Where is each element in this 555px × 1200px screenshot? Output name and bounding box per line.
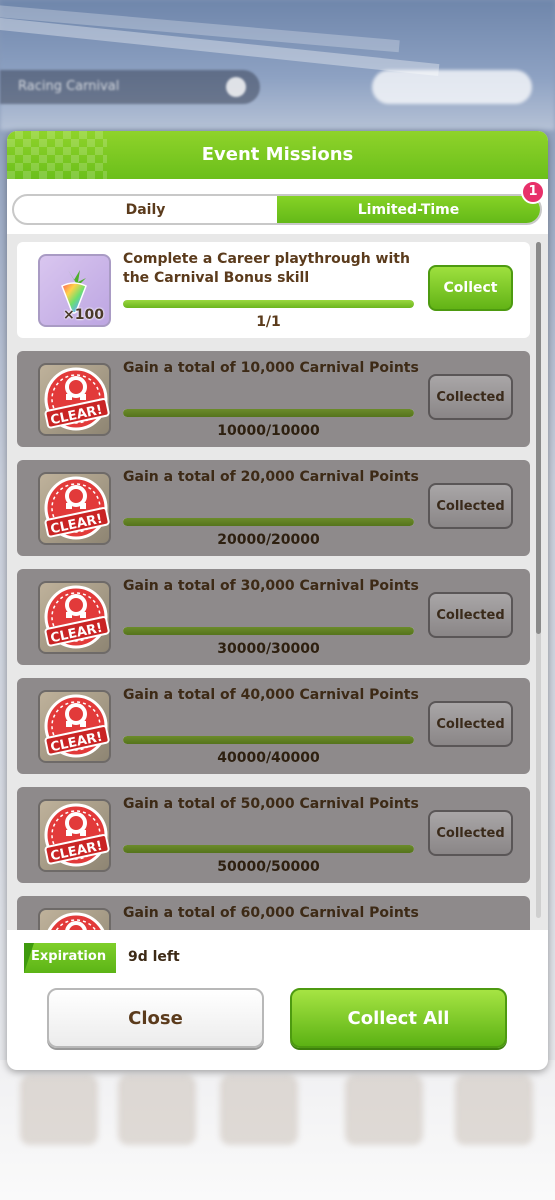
clear-seal-icon: CLEAR! — [44, 803, 110, 867]
mission-progress-bar — [123, 627, 414, 635]
background-nav-icon — [20, 1075, 98, 1145]
mission-title: Complete a Career playthrough with the C… — [123, 251, 410, 286]
collected-button: Collected — [428, 810, 513, 856]
reward-item: CLEAR! — [38, 690, 111, 763]
reward-quantity: ×100 — [63, 307, 104, 323]
tab-limited-time[interactable]: Limited-Time — [277, 196, 540, 223]
expiration-value: 9d left — [128, 949, 180, 965]
reward-item: CLEAR! — [38, 908, 111, 930]
mission-title: Gain a total of 30,000 Carnival Points — [123, 578, 419, 594]
mission-progress-text: 20000/20000 — [217, 532, 320, 548]
mission-title: Gain a total of 20,000 Carnival Points — [123, 469, 419, 485]
notification-badge: 1 — [521, 180, 545, 204]
event-missions-dialog: Event Missions Daily Limited-Time 1 ×100… — [7, 131, 548, 1070]
mission-tabs: Daily Limited-Time — [12, 194, 542, 225]
tab-daily[interactable]: Daily — [14, 196, 277, 223]
collected-button: Collected — [428, 701, 513, 747]
clear-seal-icon: CLEAR! — [44, 694, 110, 758]
mission-title: Gain a total of 60,000 Carnival Points — [123, 905, 419, 921]
mission-progress-text: 50000/50000 — [217, 859, 320, 875]
mission-progress-text: 40000/40000 — [217, 750, 320, 766]
background-currency-pill — [372, 70, 532, 104]
mission-title: Gain a total of 40,000 Carnival Points — [123, 687, 419, 703]
mission-progress-text: 30000/30000 — [217, 641, 320, 657]
clear-seal-icon: CLEAR! — [44, 585, 110, 649]
mission-progress-text: 1/1 — [256, 314, 281, 330]
scrollbar[interactable] — [536, 242, 541, 918]
clear-seal-icon: CLEAR! — [44, 367, 110, 431]
clear-seal-icon: CLEAR! — [47, 912, 105, 930]
collect-button[interactable]: Collect — [428, 265, 513, 311]
mission-row: CLEAR! Gain a total of 40,000 Carnival Po… — [17, 678, 530, 774]
mission-progress-bar — [123, 409, 414, 417]
reward-item: CLEAR! — [38, 581, 111, 654]
mission-progress-bar — [123, 736, 414, 744]
background-nav-icon — [118, 1075, 196, 1145]
dialog-title: Event Missions — [201, 144, 354, 165]
collected-button: Collected — [428, 374, 513, 420]
mission-row: CLEAR! Gain a total of 20,000 Carnival Po… — [17, 460, 530, 556]
progress-bar-fill — [123, 409, 414, 417]
progress-bar-fill — [123, 300, 414, 308]
clear-seal-icon: CLEAR! — [44, 476, 110, 540]
mission-row: ×100 Complete a Career playthrough with t… — [17, 242, 530, 338]
progress-bar-fill — [123, 845, 414, 853]
close-button[interactable]: Close — [47, 988, 264, 1048]
expiration-label: Expiration — [24, 943, 116, 973]
mission-title: Gain a total of 10,000 Carnival Points — [123, 360, 419, 376]
mission-title: Gain a total of 50,000 Carnival Points — [123, 796, 419, 812]
mission-progress-bar — [123, 845, 414, 853]
info-icon — [226, 77, 246, 97]
mission-row: CLEAR! Gain a total of 10,000 Carnival Po… — [17, 351, 530, 447]
progress-bar-fill — [123, 518, 414, 526]
mission-row: CLEAR! Gain a total of 50,000 Carnival Po… — [17, 787, 530, 883]
collected-button: Collected — [428, 592, 513, 638]
dialog-header: Event Missions — [7, 131, 548, 179]
mission-progress-text: 10000/10000 — [217, 423, 320, 439]
reward-item: CLEAR! — [38, 799, 111, 872]
background-nav-icon — [220, 1075, 298, 1145]
mission-progress-bar — [123, 300, 414, 308]
background-location-bar: Racing Carnival — [0, 70, 260, 104]
progress-bar-fill — [123, 736, 414, 744]
background-nav-icon — [455, 1075, 533, 1145]
collect-all-button[interactable]: Collect All — [290, 988, 507, 1048]
collected-button: Collected — [428, 483, 513, 529]
mission-progress-bar — [123, 518, 414, 526]
scrollbar-thumb[interactable] — [536, 242, 541, 634]
mission-row: CLEAR! Gain a total of 30,000 Carnival Po… — [17, 569, 530, 665]
background-location-label: Racing Carnival — [18, 79, 120, 94]
reward-item: CLEAR! — [38, 472, 111, 545]
background-nav-icon — [345, 1075, 423, 1145]
mission-list[interactable]: ×100 Complete a Career playthrough with t… — [7, 234, 548, 930]
mission-row: CLEAR! Gain a total of 60,000 Carnival Po… — [17, 896, 530, 930]
reward-item: ×100 — [38, 254, 111, 327]
reward-item: CLEAR! — [38, 363, 111, 436]
progress-bar-fill — [123, 627, 414, 635]
